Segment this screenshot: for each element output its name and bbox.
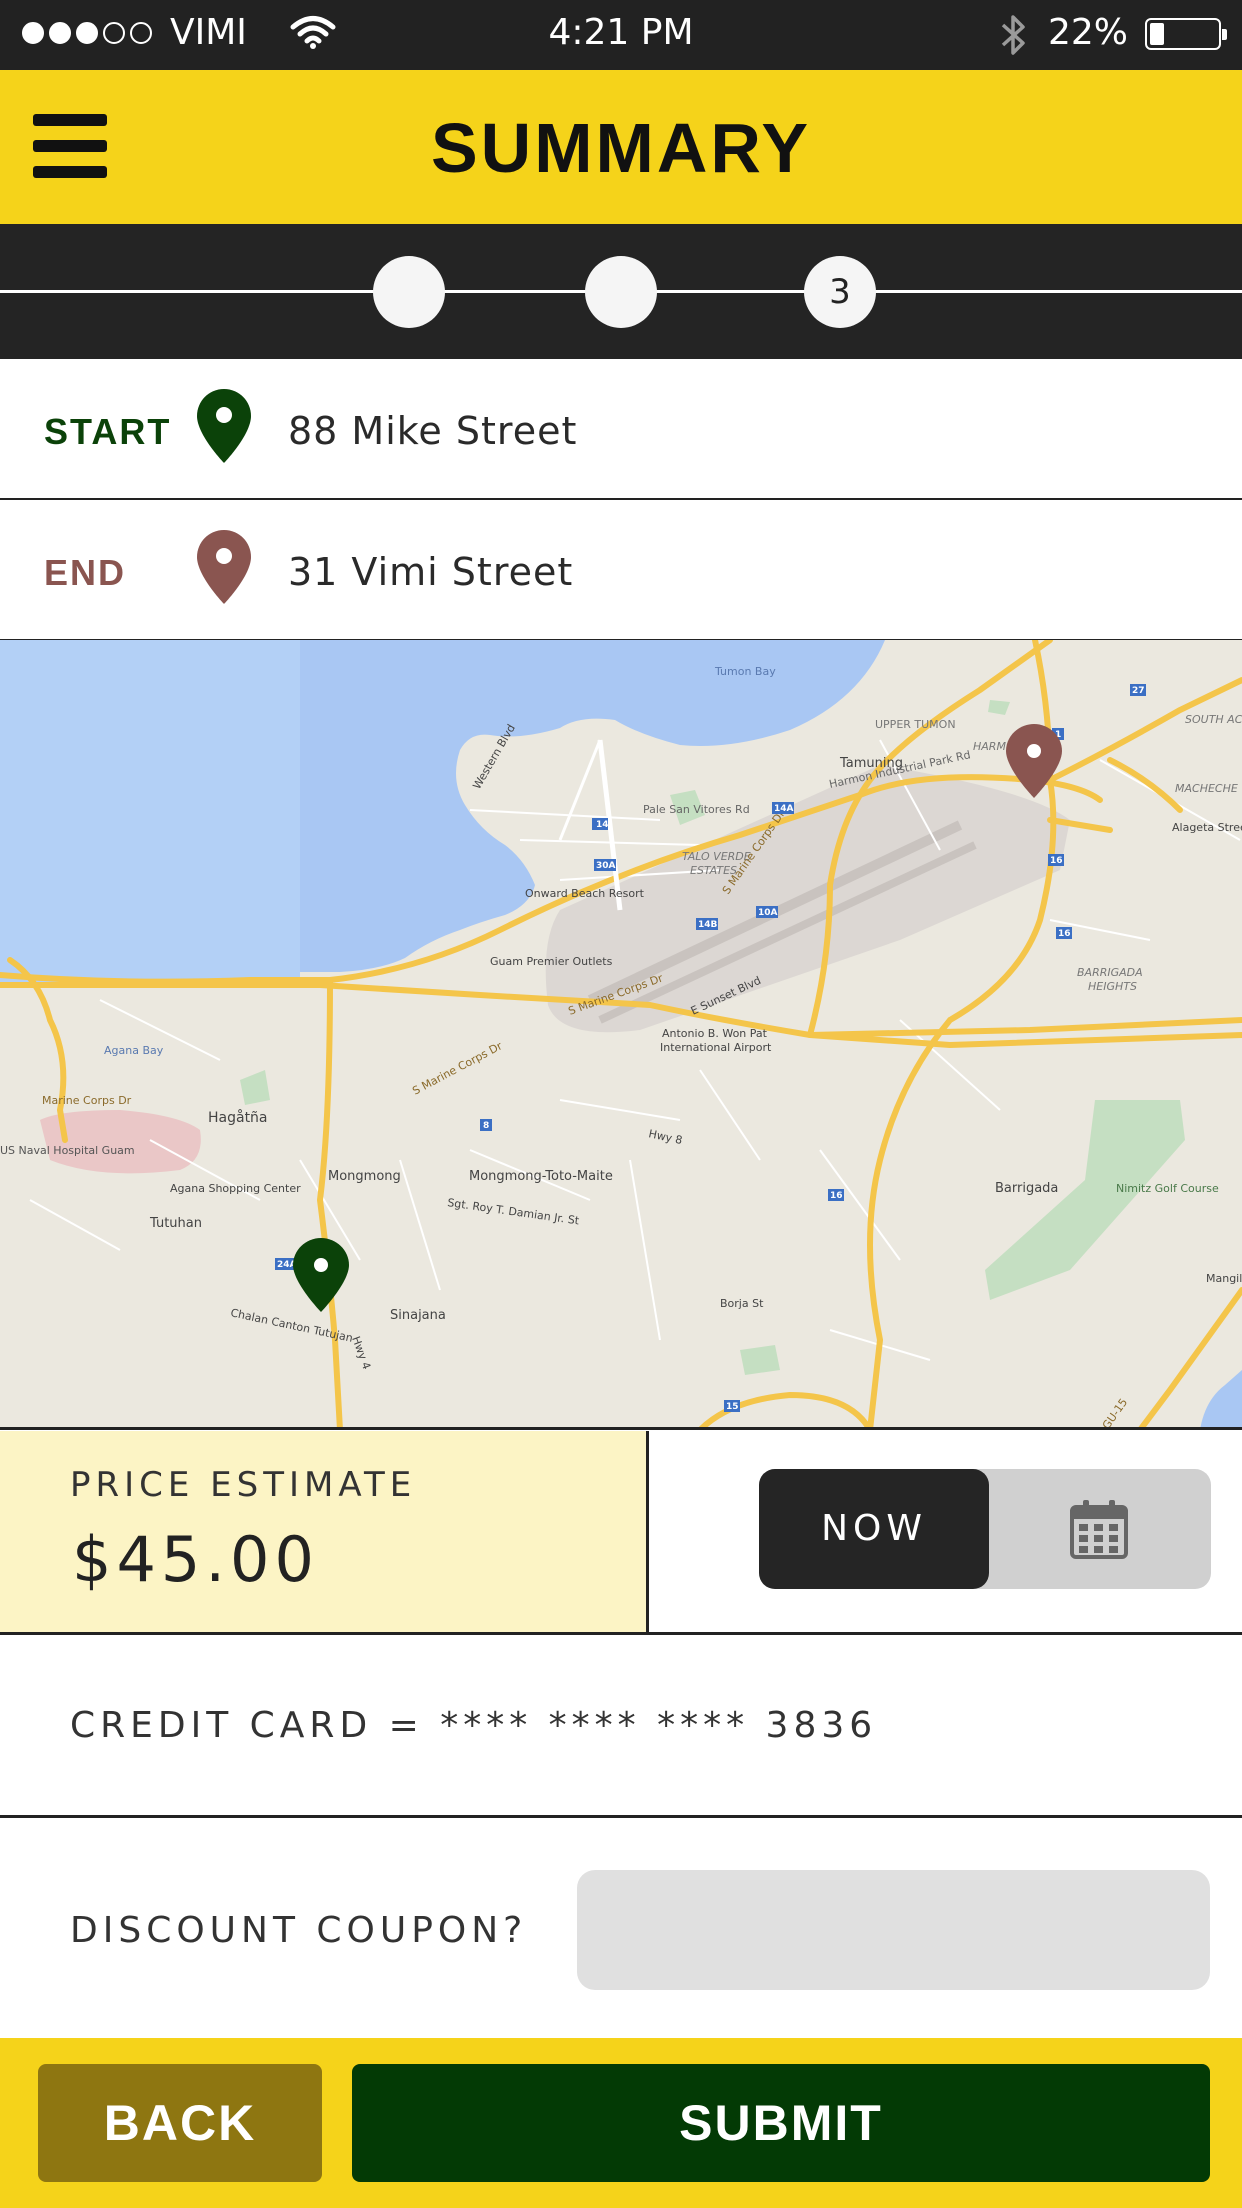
map-label-tumon-bay: Tumon Bay [714,665,776,678]
start-location-row[interactable]: START 88 Mike Street [0,359,1242,501]
map-label-macheche: MACHECHE [1175,782,1238,795]
map-label-pale-san-vitores: Pale San Vitores Rd [643,803,750,816]
route-shield: 14A [774,804,794,814]
map-label-sinajana: Sinajana [390,1308,446,1323]
footer-actions: BACK SUBMIT [0,2038,1242,2208]
start-label: START [44,411,172,452]
end-location-row[interactable]: END 31 Vimi Street [0,500,1242,642]
map-canvas[interactable]: Tumon Bay UPPER TUMON Tamuning Harmon In… [0,640,1242,1430]
back-button[interactable]: BACK [38,2064,322,2182]
ride-time-panel: NOW [649,1431,1242,1635]
bluetooth-icon [1001,15,1025,55]
step-3: 3 [804,256,876,328]
status-bar: VIMI 4:21 PM 22% [0,0,1242,70]
map-label-harmon: HARM [973,740,1006,753]
route-shield: 15 [726,1402,739,1412]
map-label-naval-hospital: US Naval Hospital Guam [0,1144,135,1157]
discount-coupon-input[interactable] [577,1870,1210,1990]
end-address: 31 Vimi Street [288,550,574,594]
price-estimate-panel: PRICE ESTIMATE $45.00 [0,1431,649,1635]
start-address: 88 Mike Street [288,409,578,453]
step-1 [373,256,445,328]
payment-method-row[interactable]: CREDIT CARD = **** **** **** 3836 [0,1635,1242,1818]
map-label-barrigada-heights-2: HEIGHTS [1088,980,1137,993]
progress-stepper: 3 [0,224,1242,359]
route-shield: 10A [758,908,778,918]
route-shield: 14 [596,820,609,830]
step-2 [585,256,657,328]
map-label-onward-beach: Onward Beach Resort [525,887,645,900]
battery-percentage: 22% [1048,12,1129,53]
map-label-alageta-st: Alageta Street [1172,821,1242,834]
map-label-barrigada: Barrigada [995,1181,1058,1196]
route-shield: 14B [698,920,718,930]
map-label-barrigada-heights-1: BARRIGADA [1077,966,1143,979]
map-label-guam-premier: Guam Premier Outlets [490,955,613,968]
calendar-icon [1070,1500,1128,1559]
route-shield: 16 [1058,929,1071,939]
page-title: SUMMARY [430,109,812,187]
route-shield: 27 [1132,686,1145,696]
map-label-mongmong: Mongmong [328,1169,401,1184]
ride-time-toggle[interactable]: NOW [759,1469,1211,1589]
map-label-nimitz-golf: Nimitz Golf Course [1116,1182,1219,1195]
map-label-airport-2: International Airport [660,1041,772,1054]
discount-coupon-label: DISCOUNT COUPON? [70,1910,528,1951]
discount-coupon-row: DISCOUNT COUPON? [0,1818,1242,2038]
route-shield: 16 [1050,856,1063,866]
map-label-mangil: Mangil [1206,1272,1242,1285]
price-estimate-value: $45.00 [72,1523,319,1596]
route-shield: 30A [596,861,616,871]
map-label-agana-bay: Agana Bay [104,1044,164,1057]
map-label-tutuhan: Tutuhan [149,1216,202,1231]
map-label-agana-shopping: Agana Shopping Center [170,1182,301,1195]
route-shield: 8 [483,1121,489,1131]
submit-button[interactable]: SUBMIT [352,2064,1210,2182]
price-estimate-label: PRICE ESTIMATE [70,1465,417,1505]
start-pin-icon [197,389,251,463]
map-label-south-acres: SOUTH AC [1185,713,1242,726]
map-label-airport-1: Antonio B. Won Pat [662,1027,768,1040]
end-label: END [44,552,127,593]
now-button[interactable]: NOW [759,1469,989,1589]
map-label-marine-corps-dr-w: Marine Corps Dr [42,1094,132,1107]
app-header: SUMMARY [0,70,1242,224]
credit-card-text: CREDIT CARD = **** **** **** 3836 [70,1705,878,1746]
schedule-button[interactable] [989,1469,1211,1589]
map-label-hagatna: Hagåtña [208,1109,268,1126]
map-label-upper-tumon: UPPER TUMON [875,718,956,731]
map-label-mongmong-toto-maite: Mongmong-Toto-Maite [469,1169,613,1184]
route-shield: 16 [830,1191,843,1201]
route-map[interactable]: Tumon Bay UPPER TUMON Tamuning Harmon In… [0,640,1242,1430]
battery-icon [1145,18,1227,50]
map-label-borja-st: Borja St [720,1297,764,1310]
end-pin-icon [197,530,251,604]
